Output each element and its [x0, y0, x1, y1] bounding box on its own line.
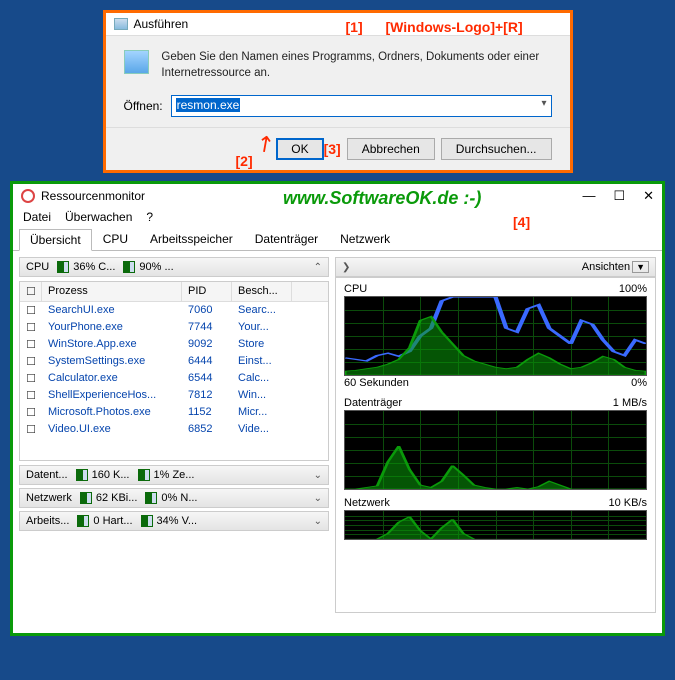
chart-disk-max: 1 MB/s — [613, 397, 647, 409]
meter-icon — [145, 492, 157, 504]
dropdown-icon[interactable]: ▼ — [632, 261, 649, 273]
run-title: Ausführen — [134, 17, 189, 31]
table-row[interactable]: ☐YourPhone.exe7744Your... — [20, 319, 328, 336]
cancel-button[interactable]: Abbrechen — [347, 138, 435, 160]
menu-datei[interactable]: Datei — [23, 210, 51, 224]
chart-cpu — [344, 296, 647, 376]
menubar: Datei Überwachen ? — [13, 208, 662, 226]
arb-v2: 34% V... — [157, 515, 198, 527]
collapse-icon[interactable]: ❯ — [342, 262, 350, 273]
charts-container: CPU100% 60 Sekunden0% Datenträger1 MB/s … — [335, 277, 656, 613]
col-pid[interactable]: PID — [182, 282, 232, 301]
chevron-down-icon[interactable]: ⌄ — [314, 516, 322, 527]
table-row[interactable]: ☐SearchUI.exe7060Searc... — [20, 302, 328, 319]
browse-button[interactable]: Durchsuchen... — [441, 138, 552, 160]
annotation-2: [2] — [236, 153, 253, 169]
cpu-pct2: 90% ... — [139, 261, 173, 273]
table-row[interactable]: ☐Calculator.exe6544Calc... — [20, 370, 328, 387]
tabs: Übersicht CPU Arbeitsspeicher Datenträge… — [13, 228, 662, 251]
annotation-3: [3] — [324, 141, 341, 157]
checkbox-header[interactable]: ☐ — [20, 282, 42, 301]
resource-monitor-window: Ressourcenmonitor www.SoftwareOK.de :-) … — [10, 181, 665, 636]
chevron-up-icon[interactable]: ⌃ — [314, 262, 322, 273]
tab-cpu[interactable]: CPU — [92, 228, 139, 250]
col-prozess[interactable]: Prozess — [42, 282, 182, 301]
meter-icon — [123, 261, 135, 273]
table-row[interactable]: ☐Video.UI.exe6852Vide... — [20, 421, 328, 438]
cpu-panel-header[interactable]: CPU 36% C... 90% ... ⌃ — [19, 257, 329, 277]
charts-header: ❯ Ansichten ▼ — [335, 257, 656, 277]
open-label: Öffnen: — [124, 99, 163, 113]
meter-icon — [80, 492, 92, 504]
ansichten-button[interactable]: Ansichten — [582, 261, 630, 273]
chart-net — [344, 510, 647, 540]
cpu-label: CPU — [26, 261, 49, 273]
arb-v1: 0 Hart... — [93, 515, 132, 527]
netzwerk-panel[interactable]: Netzwerk 62 KBi... 0% N... ⌄ — [19, 488, 329, 508]
hint-label: [Windows-Logo]+[R] — [386, 19, 523, 35]
ok-button[interactable]: OK — [276, 138, 323, 160]
arbeits-panel[interactable]: Arbeits... 0 Hart... 34% V... ⌄ — [19, 511, 329, 531]
col-besch[interactable]: Besch... — [232, 282, 292, 301]
table-row[interactable]: ☐WinStore.App.exe9092Store — [20, 336, 328, 353]
maximize-button[interactable]: ☐ — [613, 188, 625, 204]
chart-net-label: Netzwerk — [344, 497, 390, 509]
meter-icon — [57, 261, 69, 273]
chart-cpu-sub2: 0% — [631, 377, 647, 389]
meter-icon — [76, 469, 88, 481]
meter-icon — [141, 515, 153, 527]
annotation-1: [1] — [346, 19, 363, 35]
run-description: Geben Sie den Namen eines Programms, Ord… — [161, 50, 551, 81]
datent-v1: 160 K... — [92, 469, 130, 481]
run-icon — [114, 18, 128, 30]
resmon-icon — [21, 189, 35, 203]
cpu-pct1: 36% C... — [73, 261, 115, 273]
chart-net-max: 10 KB/s — [608, 497, 647, 509]
close-button[interactable]: ✕ — [643, 188, 654, 204]
tab-uebersicht[interactable]: Übersicht — [19, 229, 92, 251]
chevron-down-icon[interactable]: ⌄ — [314, 493, 322, 504]
process-table: ☐ Prozess PID Besch... ☐SearchUI.exe7060… — [19, 281, 329, 461]
tab-netzwerk[interactable]: Netzwerk — [329, 228, 401, 250]
table-row[interactable]: ☐ShellExperienceHos...7812Win... — [20, 387, 328, 404]
datentraeger-panel[interactable]: Datent... 160 K... 1% Ze... ⌄ — [19, 465, 329, 485]
chart-disk — [344, 410, 647, 490]
datent-v2: 1% Ze... — [154, 469, 195, 481]
run-program-icon — [124, 50, 150, 74]
menu-ueberwachen[interactable]: Überwachen — [65, 210, 132, 224]
netz-v1: 62 KBi... — [96, 492, 138, 504]
table-row[interactable]: ☐Microsoft.Photos.exe1152Micr... — [20, 404, 328, 421]
chart-cpu-label: CPU — [344, 283, 367, 295]
arb-label: Arbeits... — [26, 515, 69, 527]
resmon-title: Ressourcenmonitor — [41, 189, 145, 203]
minimize-button[interactable]: — — [582, 188, 595, 204]
netz-v2: 0% N... — [161, 492, 197, 504]
table-row[interactable]: ☐SystemSettings.exe6444Einst... — [20, 353, 328, 370]
netz-label: Netzwerk — [26, 492, 72, 504]
run-buttons: OK [3] Abbrechen Durchsuchen... — [106, 127, 570, 170]
chart-cpu-sub: 60 Sekunden — [344, 377, 409, 389]
annotation-4: [4] — [513, 214, 530, 230]
chart-cpu-max: 100% — [619, 283, 647, 295]
resmon-titlebar[interactable]: Ressourcenmonitor www.SoftwareOK.de :-) … — [13, 184, 662, 208]
chevron-down-icon[interactable]: ▾ — [541, 98, 546, 109]
run-dialog: Ausführen [1] [Windows-Logo]+[R] Geben S… — [103, 10, 573, 173]
chevron-down-icon[interactable]: ⌄ — [314, 470, 322, 481]
datent-label: Datent... — [26, 469, 68, 481]
open-input[interactable]: resmon.exe ▾ — [171, 95, 552, 117]
tab-datentraeger[interactable]: Datenträger — [244, 228, 329, 250]
menu-help[interactable]: ? — [146, 210, 153, 224]
meter-icon — [77, 515, 89, 527]
open-input-value: resmon.exe — [176, 98, 241, 112]
softwareok-label: www.SoftwareOK.de :-) — [283, 188, 481, 209]
chart-disk-label: Datenträger — [344, 397, 402, 409]
meter-icon — [138, 469, 150, 481]
table-header: ☐ Prozess PID Besch... — [20, 282, 328, 302]
tab-arbeitsspeicher[interactable]: Arbeitsspeicher — [139, 228, 244, 250]
